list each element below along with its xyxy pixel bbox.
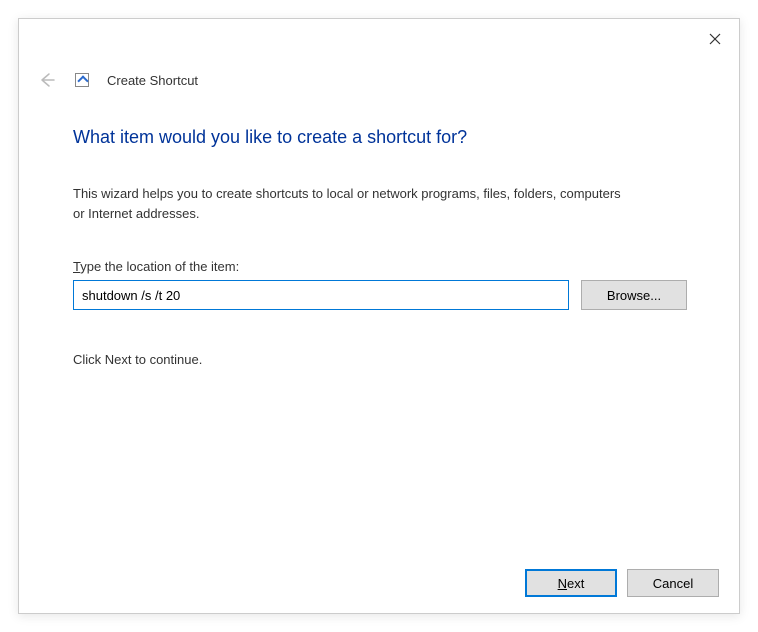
dialog-title: Create Shortcut <box>107 73 198 88</box>
create-shortcut-dialog: Create Shortcut What item would you like… <box>18 18 740 614</box>
location-label-text: ype the location of the item: <box>80 259 239 274</box>
continue-text: Click Next to continue. <box>73 352 699 367</box>
content-area: What item would you like to create a sho… <box>73 127 699 367</box>
input-row: Browse... <box>73 280 699 310</box>
main-heading: What item would you like to create a sho… <box>73 127 699 148</box>
close-icon <box>709 33 721 45</box>
cancel-button[interactable]: Cancel <box>627 569 719 597</box>
next-button[interactable]: Next <box>525 569 617 597</box>
shortcut-icon <box>75 73 89 87</box>
back-button[interactable] <box>35 69 57 91</box>
dialog-footer: Next Cancel <box>525 569 719 597</box>
next-accel: N <box>558 576 567 591</box>
header-bar: Create Shortcut <box>35 69 198 91</box>
location-input[interactable] <box>73 280 569 310</box>
close-button[interactable] <box>707 31 723 47</box>
wizard-description: This wizard helps you to create shortcut… <box>73 184 633 223</box>
browse-button[interactable]: Browse... <box>581 280 687 310</box>
next-text: ext <box>567 576 584 591</box>
location-label: Type the location of the item: <box>73 259 699 274</box>
back-arrow-icon <box>37 71 55 89</box>
